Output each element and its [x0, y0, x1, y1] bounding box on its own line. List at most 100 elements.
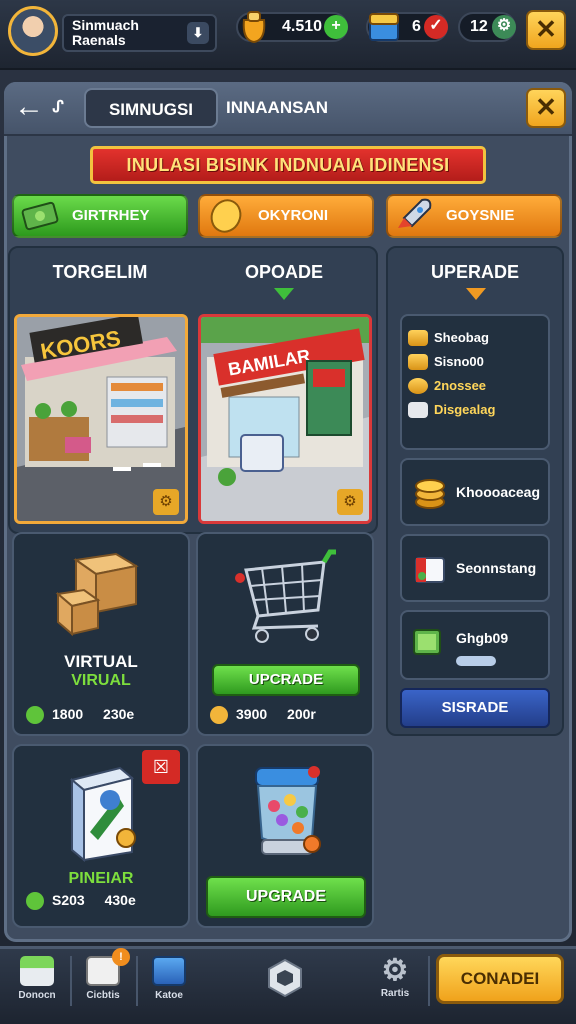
resource-chests-value: 6 — [412, 18, 421, 35]
coin-icon — [210, 706, 228, 725]
leaf-icon — [26, 892, 44, 911]
side-upgrade-button[interactable]: SISRADE — [400, 688, 550, 728]
category-button-okyroni[interactable]: OKYRONI — [198, 194, 374, 238]
title-banner: INULASI BISINK INDNUAIA IDINENSI — [90, 146, 486, 184]
rocket-icon — [398, 198, 432, 228]
item-card-cart[interactable]: UPCRADE 3900 200r — [196, 532, 374, 736]
side-list-item[interactable]: 2nossee — [402, 374, 548, 398]
upgrade-button-candy-jar[interactable]: UPGRADE — [206, 876, 366, 918]
potion-bag-icon — [242, 11, 266, 44]
hexagon-icon — [268, 958, 302, 998]
coin-icon — [210, 199, 242, 233]
back-button[interactable]: ← ᔑ — [14, 88, 72, 128]
side-list-label: 2nossee — [434, 378, 487, 393]
pin-icon[interactable]: ⬇ — [187, 22, 209, 44]
coin-icon — [408, 378, 428, 394]
resource-coins: 4.510 + — [236, 11, 348, 44]
panel-close-button[interactable]: ✕ — [526, 88, 566, 128]
card-price-extra: 200r — [287, 706, 316, 722]
side-list-item[interactable]: Sheobag — [402, 326, 548, 350]
side-item-cash[interactable]: Ghgb09 — [400, 610, 550, 680]
tab-simnugsi[interactable]: SIMNUGSI — [84, 88, 218, 128]
resource-gems-value: 12 — [470, 18, 488, 35]
nav-item-donocn[interactable]: Donocn — [6, 950, 68, 1010]
upgrade-button-cart[interactable]: UPCRADE — [212, 664, 360, 696]
side-item-label: Ghgb09 — [456, 630, 509, 646]
primary-cta-button[interactable]: CONADEI — [436, 954, 564, 1004]
category-label: GIRTRHEY — [72, 207, 150, 224]
item-card-pineiar[interactable]: ☒ PINEIAR S203 430e — [12, 744, 190, 928]
top-close-button[interactable]: ✕ — [526, 10, 566, 50]
card-price: 1800 230e — [26, 706, 135, 725]
player-name-plate[interactable]: Sinmuach Raenals ⬇ — [62, 14, 217, 52]
chest-action-button[interactable]: ✓ — [424, 15, 448, 39]
coin-icon — [408, 330, 428, 346]
nav-item-rartis[interactable]: ⚙ Rartis — [364, 950, 426, 1010]
item-card-virtual[interactable]: VIRTUAL VIRUAL 1800 230e — [12, 532, 190, 736]
category-button-girtrhey[interactable]: GIRTRHEY — [12, 194, 188, 238]
coin-stack-icon — [415, 479, 445, 509]
arrow-down-icon — [274, 288, 294, 300]
card-price-value: 3900 — [236, 706, 268, 722]
nav-item-cicbtis[interactable]: Cicbtis ! — [72, 948, 134, 1010]
cardboard-box-icon — [55, 552, 139, 636]
side-item-register[interactable]: Seonnstang — [400, 534, 550, 602]
nav-label: Cicbtis — [86, 990, 120, 1001]
card-title: VIRTUAL — [64, 652, 138, 671]
shop-image-minimart[interactable]: BAMILAR ⚙ — [198, 314, 372, 524]
hint-icon: ᔑ — [52, 99, 64, 117]
side-list-item[interactable]: Disgealag — [402, 398, 548, 422]
progress-pill — [456, 656, 496, 666]
card-title: PINEIAR — [68, 870, 134, 887]
card-price: S203 430e — [26, 892, 136, 911]
resource-gems: 12 ⚙ — [458, 12, 516, 42]
nav-label: Rartis — [380, 988, 410, 999]
gem-icon[interactable]: ⚙ — [492, 15, 516, 39]
card-subtitle: VIRUAL — [71, 672, 131, 689]
panel-title: INNAANSAN — [226, 98, 328, 117]
resource-chests: 6 ✓ — [366, 12, 448, 42]
category-label: GOYSNIE — [446, 207, 515, 224]
card-price-value: S203 — [52, 892, 85, 908]
cash-bundle-icon — [413, 629, 441, 655]
coin-icon — [408, 354, 428, 370]
card-price-extra: 230e — [103, 706, 135, 722]
nav-item-hexagon[interactable] — [254, 950, 316, 1010]
notification-badge: ! — [112, 948, 130, 966]
leaf-icon — [26, 706, 44, 725]
nav-item-katoe[interactable]: Katoe — [138, 950, 200, 1010]
category-label: OKYRONI — [258, 207, 329, 224]
shop-badge-icon: ⚙ — [153, 489, 179, 515]
side-resource-list: Sheobag Sisno00 2nossee Disgealag — [400, 314, 550, 450]
nav-label: Donocn — [18, 990, 56, 1001]
side-item-label: Khoooaceag — [456, 484, 541, 500]
card-price-extra: 430e — [104, 892, 136, 908]
cash-stack-icon — [21, 201, 59, 231]
gear-icon: ⚙ — [381, 954, 409, 987]
side-list-item[interactable]: Sisno00 — [402, 350, 548, 374]
card-price: 3900 200r — [210, 706, 316, 725]
add-coins-button[interactable]: + — [324, 15, 348, 39]
side-list-label: Disgealag — [434, 402, 496, 417]
receipt-icon — [408, 402, 428, 418]
nav-label: Katoe — [155, 990, 183, 1001]
shop-badge-icon: ⚙ — [337, 489, 363, 515]
treasure-chest-icon — [369, 13, 399, 41]
nav-divider — [428, 956, 430, 1006]
column-title-left: TORGELIM — [52, 262, 148, 282]
column-title-right: UPERADE — [430, 262, 519, 282]
box-icon — [152, 956, 186, 986]
column-title-middle: OPOADE — [244, 262, 323, 282]
shop-image-store[interactable]: KOORS ⚙ — [14, 314, 188, 524]
side-item-coins[interactable]: Khoooaceag — [400, 458, 550, 526]
side-item-label: Seonnstang — [456, 560, 537, 576]
resource-coins-value: 4.510 — [282, 18, 323, 35]
side-list-label: Sisno00 — [434, 354, 484, 369]
player-avatar[interactable] — [8, 6, 58, 56]
cereal-box-icon — [69, 766, 136, 862]
cash-register-icon — [415, 557, 445, 583]
back-arrow-icon: ← — [14, 90, 44, 123]
side-list-label: Sheobag — [434, 330, 489, 345]
item-card-candy-jar[interactable]: UPGRADE — [196, 744, 374, 928]
category-button-goysnie[interactable]: GOYSNIE — [386, 194, 562, 238]
